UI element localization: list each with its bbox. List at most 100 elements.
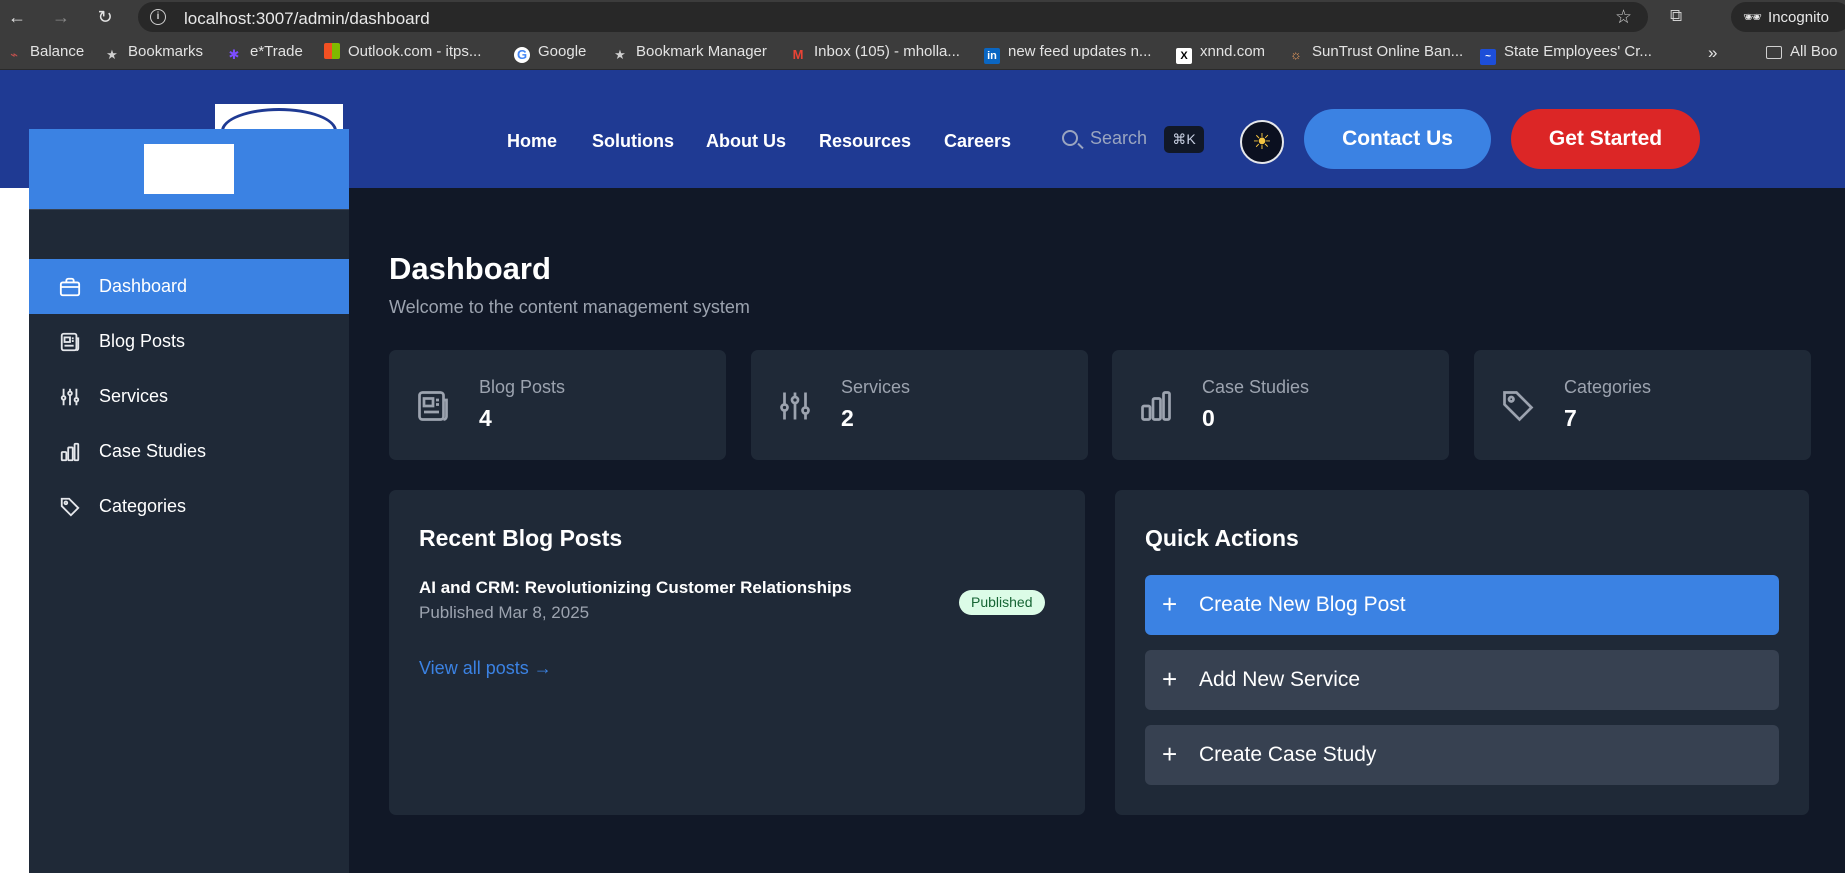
stat-value: 4 bbox=[479, 405, 492, 431]
linkedin-icon: in bbox=[984, 48, 1000, 64]
bookmark-star-icon[interactable]: ☆ bbox=[1615, 6, 1632, 29]
nav-solutions[interactable]: Solutions bbox=[592, 131, 674, 152]
theme-toggle-sun-icon[interactable]: ☀ bbox=[1240, 120, 1284, 164]
overflow-chevron-icon[interactable]: » bbox=[1708, 43, 1717, 63]
bookmark-all[interactable]: All Boo bbox=[1766, 43, 1838, 60]
stat-card-services[interactable]: Services 2 bbox=[751, 350, 1088, 460]
tag-icon bbox=[60, 497, 80, 517]
balance-icon: ⌁ bbox=[10, 47, 18, 62]
sidebar-item-label: Case Studies bbox=[99, 441, 207, 461]
stat-label: Case Studies bbox=[1202, 377, 1310, 397]
stat-card-blog-posts[interactable]: Blog Posts 4 bbox=[389, 350, 726, 460]
post-date: Published Mar 8, 2025 bbox=[419, 603, 590, 622]
create-blog-post-button[interactable]: + Create New Blog Post bbox=[1145, 575, 1779, 635]
stat-value: 7 bbox=[1564, 405, 1577, 431]
bookmark-label: SunTrust Online Ban... bbox=[1312, 43, 1464, 60]
sidebar-item-categories[interactable]: Categories bbox=[29, 479, 349, 534]
contact-us-button[interactable]: Contact Us bbox=[1304, 109, 1491, 169]
bookmark-xnnd[interactable]: Xxnnd.com bbox=[1176, 43, 1265, 64]
bookmark-label: e*Trade bbox=[250, 43, 303, 60]
address-bar[interactable]: i localhost:3007/admin/dashboard ☆ bbox=[138, 2, 1648, 32]
star-icon: ★ bbox=[106, 47, 118, 62]
plus-icon: + bbox=[1162, 589, 1178, 619]
nav-careers[interactable]: Careers bbox=[944, 131, 1011, 152]
stat-label: Services bbox=[841, 377, 911, 397]
bookmark-etrade[interactable]: ✱ e*Trade bbox=[226, 43, 303, 63]
search-button[interactable]: Search bbox=[1062, 128, 1147, 149]
newspaper-icon bbox=[418, 391, 448, 421]
incognito-badge[interactable]: 🕶 Incognito bbox=[1731, 2, 1845, 32]
sidebar-item-services[interactable]: Services bbox=[29, 369, 349, 424]
incognito-icon: 🕶 bbox=[1743, 9, 1763, 26]
sidebar-item-label: Services bbox=[99, 386, 169, 406]
sidebar-item-case-studies[interactable]: Case Studies bbox=[29, 424, 349, 479]
bookmark-outlook[interactable]: Outlook.com - itps... bbox=[324, 43, 481, 60]
create-case-study-button[interactable]: + Create Case Study bbox=[1145, 725, 1779, 785]
bookmark-balance[interactable]: ⌁ Balance bbox=[6, 43, 84, 63]
bookmark-manager[interactable]: ★ Bookmark Manager bbox=[612, 43, 767, 63]
view-all-posts-link[interactable]: View all posts → bbox=[419, 658, 552, 679]
sliders-icon bbox=[780, 392, 810, 420]
stat-value: 0 bbox=[1202, 405, 1215, 431]
bookmark-label: Google bbox=[538, 43, 587, 60]
search-icon bbox=[1062, 130, 1078, 146]
action-label: Add New Service bbox=[1199, 668, 1361, 691]
bookmark-gmail[interactable]: M Inbox (105) - mholla... bbox=[790, 43, 960, 63]
sliders-icon bbox=[60, 388, 80, 406]
stat-label: Categories bbox=[1564, 377, 1652, 397]
forward-icon[interactable]: → bbox=[50, 6, 72, 28]
action-label: Create Case Study bbox=[1199, 743, 1377, 766]
google-icon: G bbox=[514, 47, 530, 63]
get-started-button[interactable]: Get Started bbox=[1511, 109, 1700, 169]
quick-actions-panel: Quick Actions + Create New Blog Post + A… bbox=[1115, 490, 1809, 815]
reload-icon[interactable]: ↻ bbox=[94, 6, 116, 28]
back-icon[interactable]: ← bbox=[6, 6, 28, 28]
stat-card-categories[interactable]: Categories 7 bbox=[1474, 350, 1811, 460]
admin-sidebar: Dashboard Blog Posts Services Case Studi… bbox=[29, 129, 349, 873]
page: Home Solutions About Us Resources Career… bbox=[0, 70, 1845, 873]
bookmark-label: Inbox (105) - mholla... bbox=[814, 43, 960, 60]
bookmark-linkedin[interactable]: in new feed updates n... bbox=[984, 43, 1151, 64]
secu-icon: ~ bbox=[1480, 49, 1496, 65]
sidebar-item-label: Blog Posts bbox=[99, 331, 186, 351]
bookmark-secu[interactable]: ~ State Employees' Cr... bbox=[1480, 43, 1652, 65]
etrade-icon: ✱ bbox=[228, 47, 240, 62]
cast-search-icon[interactable]: ⧉ bbox=[1670, 6, 1682, 26]
page-title: Dashboard bbox=[389, 251, 551, 286]
bookmark-google[interactable]: G Google bbox=[514, 43, 586, 63]
tag-icon bbox=[1503, 391, 1534, 422]
search-label: Search bbox=[1090, 128, 1148, 148]
nav-home[interactable]: Home bbox=[507, 131, 557, 152]
sidebar-item-blog-posts[interactable]: Blog Posts bbox=[29, 314, 349, 369]
bar-chart-icon bbox=[1141, 391, 1171, 421]
sidebar-item-dashboard[interactable]: Dashboard bbox=[29, 259, 349, 314]
recent-posts-panel: Recent Blog Posts AI and CRM: Revolution… bbox=[389, 490, 1085, 815]
site-info-icon[interactable]: i bbox=[150, 9, 166, 25]
bookmark-bookmarks[interactable]: ★ Bookmarks bbox=[104, 43, 203, 63]
quick-actions-title: Quick Actions bbox=[1145, 525, 1299, 551]
url-text[interactable]: localhost:3007/admin/dashboard bbox=[184, 9, 430, 29]
status-badge: Published bbox=[959, 590, 1045, 615]
add-service-button[interactable]: + Add New Service bbox=[1145, 650, 1779, 710]
recent-posts-title: Recent Blog Posts bbox=[419, 525, 623, 551]
action-label: Create New Blog Post bbox=[1199, 593, 1406, 616]
post-title-link[interactable]: AI and CRM: Revolutionizing Customer Rel… bbox=[419, 578, 852, 598]
page-left-gutter bbox=[0, 188, 30, 873]
sidebar-item-label: Dashboard bbox=[99, 276, 188, 296]
sidebar-divider bbox=[29, 209, 349, 210]
bookmark-label: xnnd.com bbox=[1200, 43, 1266, 60]
bookmark-label: State Employees' Cr... bbox=[1504, 43, 1652, 60]
nav-about-us[interactable]: About Us bbox=[706, 131, 786, 152]
sidebar-item-label: Categories bbox=[99, 496, 187, 516]
bookmarks-bar: ⌁ Balance ★ Bookmarks ✱ e*Trade Outlook.com… bbox=[0, 34, 1845, 70]
plus-icon: + bbox=[1162, 739, 1178, 769]
bookmark-suntrust[interactable]: ☼ SunTrust Online Ban... bbox=[1288, 43, 1463, 63]
nav-resources[interactable]: Resources bbox=[819, 131, 911, 152]
stat-card-case-studies[interactable]: Case Studies 0 bbox=[1112, 350, 1449, 460]
bookmark-label: Bookmarks bbox=[128, 43, 204, 60]
sidebar-logo[interactable] bbox=[144, 144, 234, 194]
stat-label: Blog Posts bbox=[479, 377, 566, 397]
bookmark-label: Balance bbox=[30, 43, 85, 60]
bookmark-label: new feed updates n... bbox=[1008, 43, 1152, 60]
bookmark-label: Outlook.com - itps... bbox=[348, 43, 482, 60]
